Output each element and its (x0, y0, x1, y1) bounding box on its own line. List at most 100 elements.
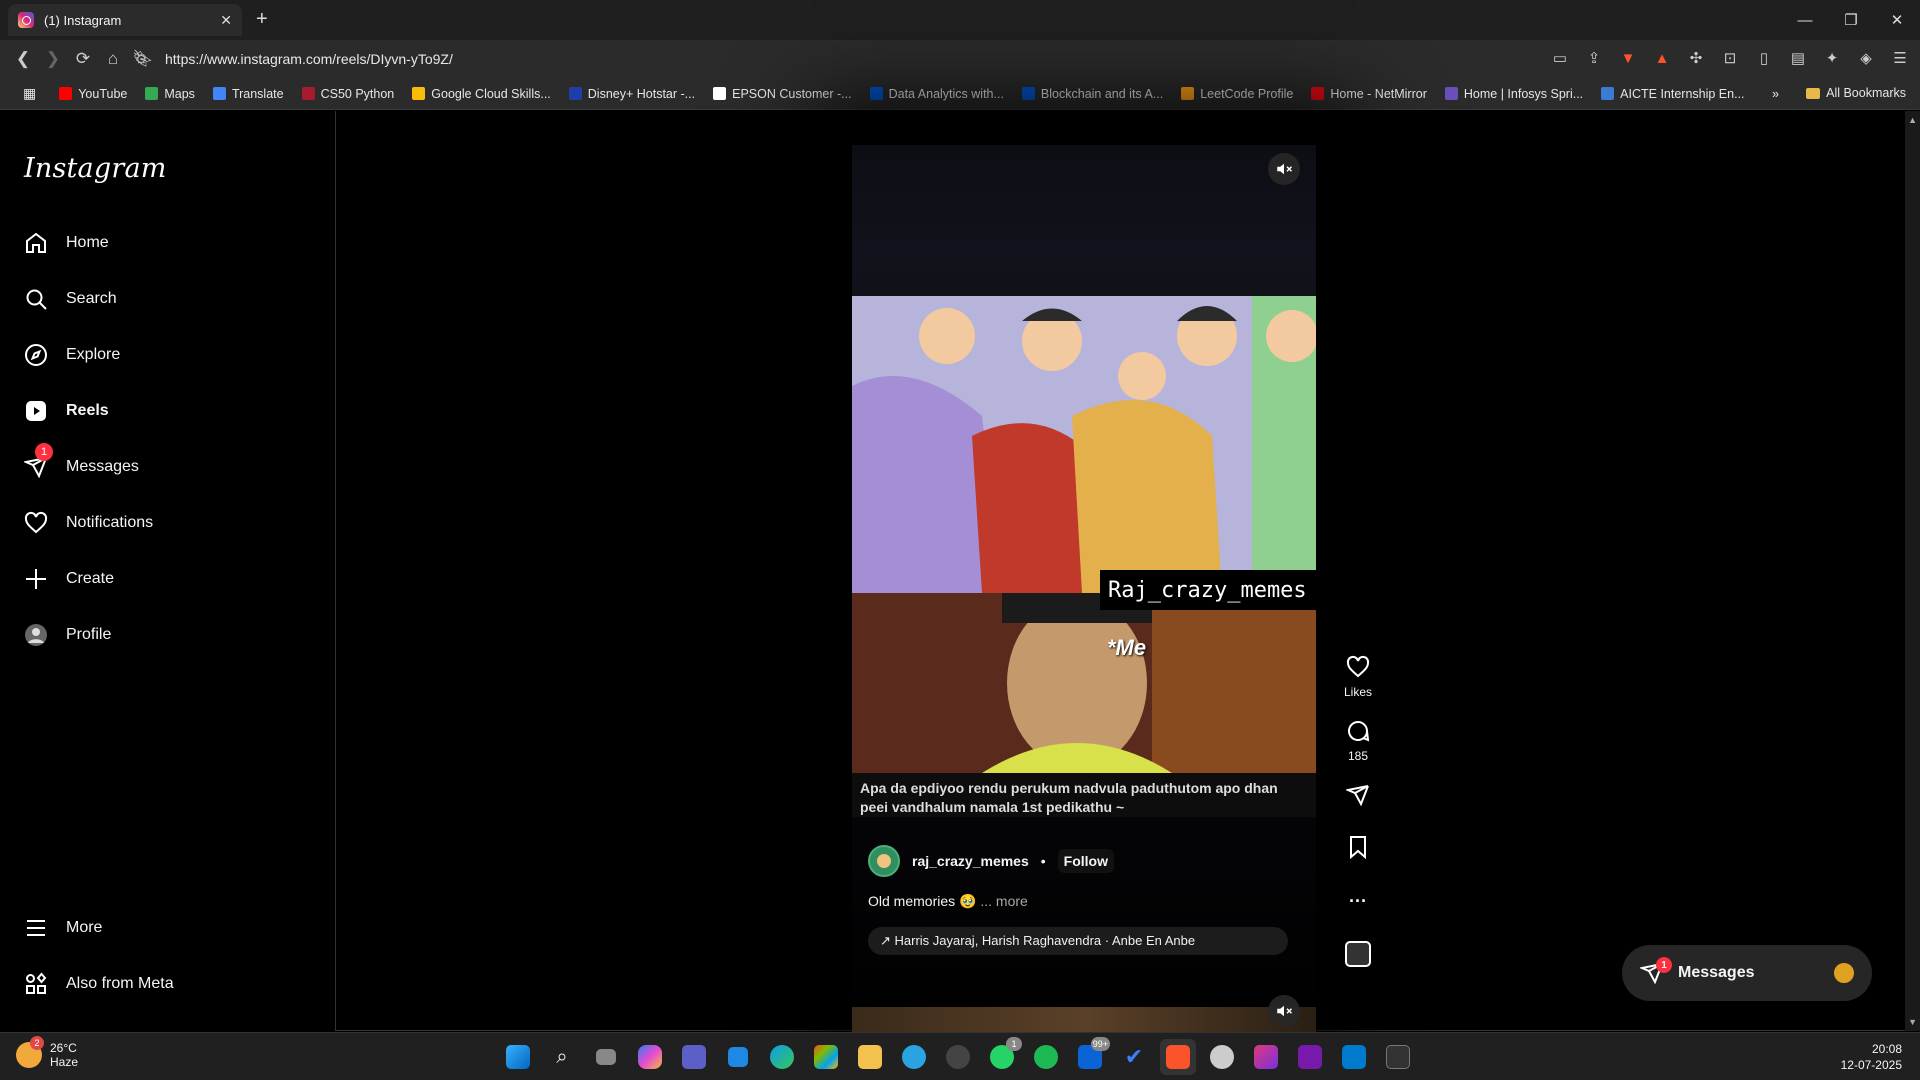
nav-more[interactable]: More (24, 914, 102, 942)
todo-app[interactable]: ✔ (1116, 1039, 1152, 1075)
bookmark-item[interactable]: AICTE Internship En... (1592, 87, 1753, 101)
weather-badge: 2 (30, 1036, 44, 1050)
wallet-icon[interactable]: ▤ (1784, 44, 1812, 72)
clock-app[interactable] (1204, 1039, 1240, 1075)
widgets-app[interactable] (720, 1039, 756, 1075)
taskbar-search[interactable]: ⌕ (544, 1039, 580, 1075)
telegram-app[interactable] (896, 1039, 932, 1075)
nav-search[interactable]: Search (24, 285, 117, 313)
restore-button[interactable]: ❐ (1828, 0, 1874, 40)
reel-card[interactable]: Raj_crazy_memes *Me Apa da epdiyoo rendu… (852, 145, 1316, 1037)
more-options-action[interactable]: ··· (1338, 891, 1378, 912)
bookmark-item[interactable]: Home - NetMirror (1302, 87, 1436, 101)
task-view[interactable] (588, 1039, 624, 1075)
minimize-button[interactable]: — (1782, 0, 1828, 40)
copilot-icon (638, 1045, 662, 1069)
bookmark-item[interactable]: Google Cloud Skills... (403, 87, 560, 101)
brave-rewards-icon[interactable]: ▲ (1648, 44, 1676, 72)
address-bar[interactable]: ⚙ https://www.instagram.com/reels/DIyvn-… (135, 45, 1535, 73)
home-browser-icon[interactable]: ⌂ (98, 44, 128, 74)
heart-icon (24, 511, 48, 534)
bookmark-item[interactable]: Data Analytics with... (861, 87, 1013, 101)
spotify-app[interactable] (1028, 1039, 1064, 1075)
bookmark-item[interactable]: EPSON Customer -... (704, 87, 860, 101)
share-icon[interactable]: ⇪ (1580, 44, 1608, 72)
nav-explore[interactable]: Explore (24, 341, 120, 369)
weather-widget[interactable]: 2 26°C Haze (16, 1036, 78, 1069)
scroll-up-arrow[interactable]: ▲ (1908, 115, 1917, 125)
bookmark-item[interactable]: Maps (136, 87, 204, 101)
terminal-app[interactable] (1380, 1039, 1416, 1075)
store-app[interactable] (808, 1039, 844, 1075)
system-clock[interactable]: 20:08 12-07-2025 (1841, 1041, 1902, 1073)
brave-app[interactable] (1160, 1039, 1196, 1075)
browser-tab[interactable]: (1) Instagram ✕ (8, 4, 242, 36)
nav-reels[interactable]: Reels (24, 397, 109, 425)
likes-label: Likes (1343, 685, 1372, 699)
new-tab-button[interactable]: + (256, 8, 268, 31)
instagram-logo[interactable]: Instagram (24, 153, 167, 184)
file-explorer-app[interactable] (852, 1039, 888, 1075)
teams-app[interactable] (676, 1039, 712, 1075)
next-reel-mute-button[interactable] (1268, 995, 1300, 1027)
music-track-link[interactable]: ↗ Harris Jayaraj, Harish Raghavendra · A… (868, 927, 1288, 955)
comment-action[interactable]: 185 (1338, 719, 1378, 763)
save-action[interactable] (1338, 835, 1378, 859)
brave-shields-icon[interactable]: ▼ (1614, 44, 1642, 72)
bookmark-label: Google Cloud Skills... (431, 86, 551, 101)
whatsapp-app[interactable]: 1 (984, 1037, 1022, 1075)
vscode-app[interactable] (1336, 1039, 1372, 1075)
like-action[interactable]: Likes (1338, 655, 1378, 699)
bookmark-item[interactable]: YouTube (50, 87, 136, 101)
outlook-app[interactable]: 99+ (1072, 1037, 1110, 1075)
media-player-app[interactable] (940, 1039, 976, 1075)
cast-icon[interactable]: ▭ (1546, 44, 1574, 72)
author-username[interactable]: raj_crazy_memes (912, 853, 1029, 869)
messages-floating-button[interactable]: 1 Messages (1622, 945, 1872, 1001)
sidebar-toggle-icon[interactable]: ▯ (1750, 44, 1778, 72)
site-info-icon[interactable]: ⚙ (135, 51, 148, 68)
widgets-icon (728, 1047, 748, 1067)
bookmark-item[interactable]: Blockchain and its A... (1013, 87, 1172, 101)
mute-button[interactable] (1268, 153, 1300, 185)
nav-notifications[interactable]: Notifications (24, 509, 153, 537)
bookmark-favicon-icon (59, 87, 73, 100)
scroll-down-arrow[interactable]: ▼ (1908, 1017, 1917, 1027)
menu-icon[interactable]: ☰ (1886, 44, 1914, 72)
scrollbar[interactable]: ▲ ▼ (1905, 111, 1920, 1031)
bookmark-label: EPSON Customer -... (732, 86, 852, 101)
follow-button[interactable]: Follow (1057, 849, 1114, 873)
vpn-icon[interactable]: ◈ (1852, 44, 1880, 72)
bookmark-item[interactable]: LeetCode Profile (1172, 87, 1302, 101)
nav-create[interactable]: Create (24, 565, 114, 593)
bookmark-item[interactable]: Home | Infosys Spri... (1436, 87, 1592, 101)
onenote-app[interactable] (1292, 1039, 1328, 1075)
copilot-app[interactable] (632, 1039, 668, 1075)
back-icon[interactable]: ❮ (8, 44, 38, 74)
nav-also-from-meta[interactable]: Also from Meta (24, 970, 174, 998)
close-window-button[interactable]: ✕ (1874, 0, 1920, 40)
author-avatar[interactable] (868, 845, 900, 877)
nav-home[interactable]: Home (24, 229, 109, 257)
all-bookmarks-button[interactable]: All Bookmarks (1806, 86, 1906, 100)
nav-label: Explore (66, 346, 121, 363)
bookmark-item[interactable]: Disney+ Hotstar -... (560, 87, 704, 101)
apps-grid-icon[interactable]: ▦ (14, 85, 50, 102)
audio-thumbnail[interactable] (1338, 941, 1378, 967)
more-link[interactable]: ... more (980, 893, 1027, 909)
share-action[interactable] (1338, 783, 1378, 807)
nav-messages[interactable]: 1 Messages (24, 443, 139, 481)
screenshot-icon[interactable]: ⊡ (1716, 44, 1744, 72)
more-bookmarks-icon[interactable]: » (1763, 87, 1788, 101)
start-button[interactable] (500, 1039, 536, 1075)
forward-icon[interactable]: ❯ (38, 44, 68, 74)
affinity-app[interactable] (1248, 1039, 1284, 1075)
nav-profile[interactable]: Profile (24, 621, 111, 649)
edge-app[interactable] (764, 1039, 800, 1075)
bookmark-item[interactable]: CS50 Python (293, 87, 404, 101)
reload-icon[interactable]: ⟳ (68, 44, 98, 74)
leo-ai-icon[interactable]: ✦ (1818, 44, 1846, 72)
bookmark-item[interactable]: Translate (204, 87, 293, 101)
close-tab-icon[interactable]: ✕ (220, 12, 232, 29)
extensions-icon[interactable]: ✣ (1682, 44, 1710, 72)
